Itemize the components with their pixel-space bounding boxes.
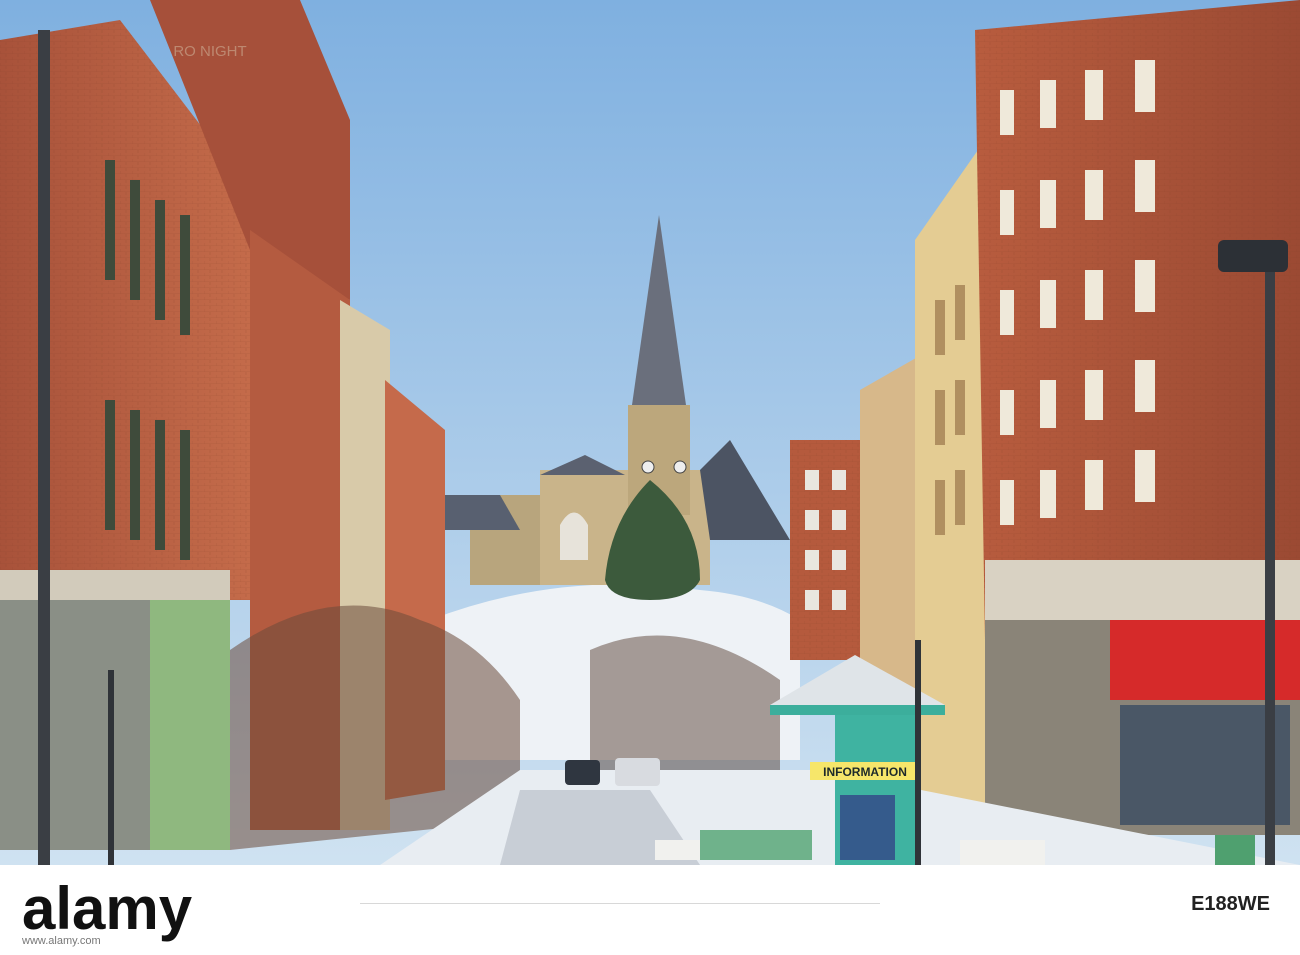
parked-car xyxy=(565,760,600,785)
alamy-logo: alamy xyxy=(22,877,193,942)
kiosk-sign-text: INFORMATION xyxy=(823,765,907,779)
trash-bin xyxy=(1215,835,1255,865)
snow-planter xyxy=(960,840,1045,865)
right-brick-building xyxy=(975,0,1300,835)
street-lamp-pole xyxy=(1265,270,1275,865)
site-url[interactable]: www.alamy.com xyxy=(22,935,101,947)
street-lamp-pole xyxy=(38,30,50,865)
watermark-bar: alamy E188WE www.alamy.com xyxy=(0,865,1300,955)
image-id: E188WE xyxy=(1191,893,1270,915)
snow-planter xyxy=(655,840,700,860)
building-sign-text: RO NIGHT xyxy=(173,43,246,60)
alamy-logo-text: alamy xyxy=(22,877,193,942)
clock-face xyxy=(641,460,655,474)
parked-car xyxy=(615,758,660,786)
street-lamp-pole xyxy=(915,640,921,865)
divider xyxy=(360,903,880,904)
green-bench xyxy=(700,830,812,860)
street-lamp-pole xyxy=(108,670,114,865)
speaker-fixture xyxy=(1218,240,1288,272)
photo-scene: INFORMATION RO NIGHT xyxy=(0,0,1300,865)
